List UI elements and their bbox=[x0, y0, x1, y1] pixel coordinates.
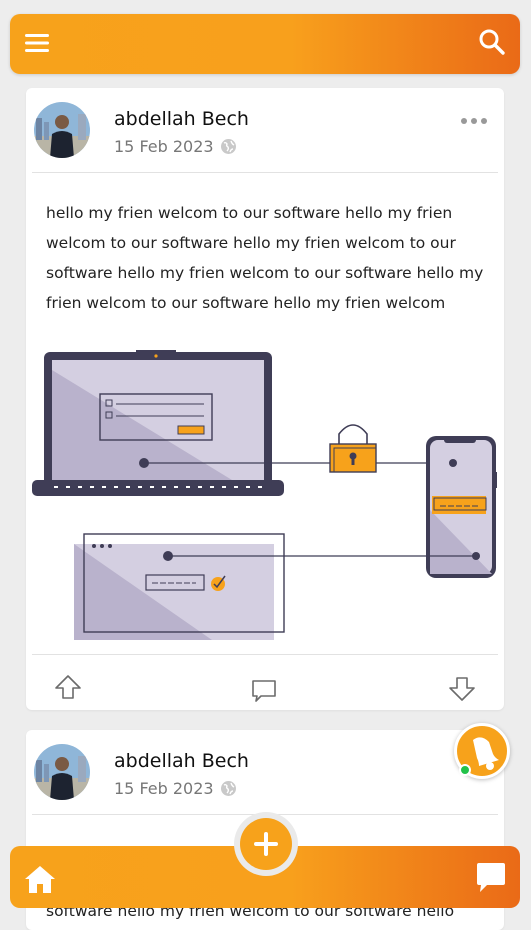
home-icon[interactable] bbox=[24, 864, 56, 894]
post-header-divider bbox=[32, 172, 498, 173]
arrow-up-icon[interactable] bbox=[54, 674, 82, 700]
globe-icon bbox=[220, 139, 236, 154]
post-date-text: 15 Feb 2023 bbox=[114, 137, 214, 156]
avatar[interactable] bbox=[34, 744, 90, 800]
search-icon[interactable] bbox=[478, 28, 506, 56]
post-body-text: hello my frien welcom to our software he… bbox=[46, 204, 484, 312]
post-author-name[interactable]: abdellah Bech bbox=[114, 108, 249, 130]
post-actions-divider bbox=[32, 654, 498, 655]
post-date-text: 15 Feb 2023 bbox=[114, 779, 214, 798]
arrow-down-icon[interactable] bbox=[448, 676, 476, 702]
online-status-dot bbox=[459, 764, 471, 776]
top-app-bar bbox=[10, 14, 520, 74]
post-date: 15 Feb 2023 bbox=[114, 137, 237, 156]
post-date: 15 Feb 2023 bbox=[114, 779, 237, 798]
plus-icon bbox=[254, 832, 278, 856]
add-post-button[interactable] bbox=[240, 818, 292, 870]
post-author-name[interactable]: abdellah Bech bbox=[114, 750, 249, 772]
avatar[interactable] bbox=[34, 102, 90, 158]
post-card: abdellah Bech 15 Feb 2023 hello my frien… bbox=[26, 88, 504, 710]
more-options-icon[interactable] bbox=[460, 114, 488, 128]
comment-icon[interactable] bbox=[250, 678, 278, 704]
chat-icon[interactable] bbox=[475, 862, 507, 894]
globe-icon bbox=[220, 781, 236, 796]
hamburger-menu-icon[interactable] bbox=[24, 30, 50, 56]
secure-login-illustration bbox=[32, 350, 497, 640]
